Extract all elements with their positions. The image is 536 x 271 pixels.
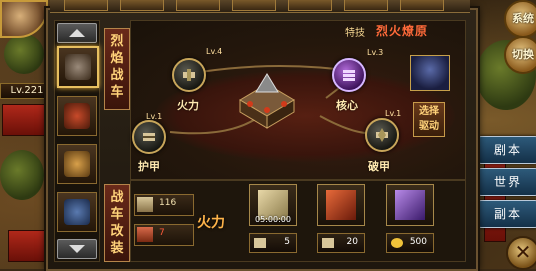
choose-drive-line: 驱动 (419, 121, 439, 132)
window-tab[interactable] (120, 0, 164, 11)
chariot-slot[interactable] (57, 192, 97, 232)
material-cost-icon (254, 238, 266, 248)
core-icon (343, 70, 355, 81)
cost-button[interactable]: 5 (249, 233, 297, 253)
material-row: 7 (134, 224, 194, 246)
chariot-icon (64, 103, 90, 129)
core-label: 核心 (336, 99, 358, 112)
system-button[interactable]: 系统 (504, 0, 536, 38)
dungeon-button[interactable]: 副本 (478, 200, 536, 228)
chariot-icon (64, 199, 90, 225)
chariot-slot[interactable] (57, 96, 97, 136)
pierce-armor-node[interactable] (365, 118, 399, 152)
switch-button[interactable]: 切换 (504, 36, 536, 74)
arrow-down-icon (69, 245, 85, 253)
material-icon (137, 227, 153, 242)
cost-value: 5 (284, 237, 290, 247)
tree-decoration (4, 34, 44, 74)
title-char: 战 (110, 190, 124, 205)
scroll-up-button[interactable] (57, 23, 97, 43)
item-timer: 05:00:00 (255, 215, 291, 224)
title-char: 战 (110, 68, 124, 83)
pierce-armor-level: Lv.1 (385, 109, 402, 118)
armor-level: Lv.1 (146, 112, 163, 121)
material-cost-icon (322, 238, 334, 248)
firepower-label: 火力 (177, 99, 199, 112)
chariot-modify-title: 战 车 改 装 (104, 184, 130, 262)
scroll-down-button[interactable] (57, 239, 97, 259)
special-skill-name: 烈火燎原 (376, 24, 429, 38)
title-char: 改 (110, 224, 124, 239)
cost-button[interactable]: 500 (386, 233, 434, 253)
building-roof (8, 230, 46, 262)
cost-value: 20 (346, 237, 358, 247)
story-button[interactable]: 剧本 (478, 136, 536, 164)
title-char: 车 (110, 85, 124, 100)
flame-chariot-title: 烈 焰 战 车 (104, 28, 130, 110)
hero-portrait[interactable] (410, 55, 450, 91)
window-tab[interactable] (344, 0, 388, 11)
material-icon (137, 197, 153, 212)
window-tab[interactable] (232, 0, 276, 11)
firepower-icon (183, 69, 195, 81)
cost-button[interactable]: 20 (317, 233, 365, 253)
title-char: 烈 (110, 34, 124, 49)
close-icon: ✕ (514, 240, 532, 264)
choose-drive-line: 选择 (419, 106, 439, 117)
pierce-armor-icon (376, 128, 388, 142)
chariot-icon (64, 151, 90, 177)
firepower-node[interactable] (172, 58, 206, 92)
material-count: 116 (159, 198, 177, 208)
chariot-slot[interactable] (57, 144, 97, 184)
armor-icon (143, 133, 155, 141)
upgrade-target-label: 火力 (197, 215, 225, 231)
chariot-model (232, 70, 302, 132)
tree-decoration (0, 150, 44, 200)
arrow-up-icon (69, 29, 85, 37)
material-count: 7 (159, 228, 165, 238)
cost-value: 500 (409, 237, 427, 247)
window-tab[interactable] (400, 0, 444, 11)
special-skill-label: 特技 (345, 28, 365, 39)
title-char: 车 (110, 207, 124, 222)
firepower-level: Lv.4 (206, 47, 223, 56)
title-char: 焰 (110, 51, 124, 66)
window-tab[interactable] (288, 0, 332, 11)
armor-label: 护甲 (138, 160, 160, 173)
pierce-armor-label: 破甲 (368, 160, 390, 173)
close-button[interactable]: ✕ (506, 236, 536, 270)
gold-icon (391, 238, 403, 248)
window-tab[interactable] (176, 0, 220, 11)
upgrade-item[interactable]: 05:00:00 (249, 184, 297, 226)
upgrade-item[interactable] (317, 184, 365, 226)
hammer-icon (326, 190, 356, 220)
building-roof (2, 104, 48, 136)
hammer-icon (395, 190, 425, 220)
choose-drive-button[interactable]: 选择 驱动 (413, 102, 445, 137)
upgrade-item[interactable] (386, 184, 434, 226)
core-level: Lv.3 (367, 48, 384, 57)
world-button[interactable]: 世界 (478, 168, 536, 196)
window-tab[interactable] (64, 0, 108, 11)
armor-node[interactable] (132, 120, 166, 154)
core-node[interactable] (332, 58, 366, 92)
title-char: 装 (110, 241, 124, 256)
chariot-icon (65, 54, 91, 80)
material-row: 116 (134, 194, 194, 216)
chariot-slot[interactable] (57, 46, 99, 88)
